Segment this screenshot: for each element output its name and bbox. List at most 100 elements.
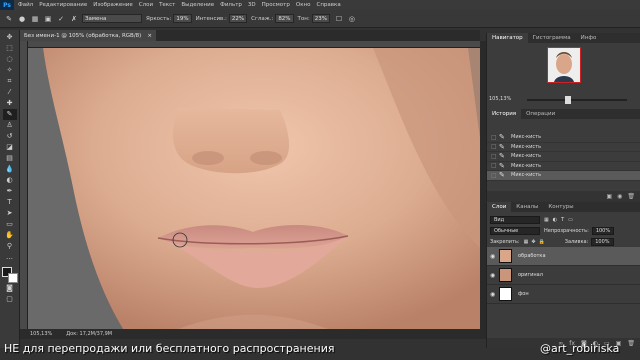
history-item-current[interactable]: □ ✎ Микс-кисть — [487, 171, 640, 181]
history-item[interactable]: □ ✎ Микс-кисть — [487, 162, 640, 171]
menu-help[interactable]: Справка — [316, 2, 340, 8]
layer-row-selected[interactable]: ◉ обработка — [487, 247, 640, 266]
history-check-icon[interactable]: □ — [491, 172, 499, 179]
crop-tool-icon[interactable]: ⌗ — [3, 76, 17, 87]
history-item[interactable]: □ ✎ Микс-кисть — [487, 133, 640, 143]
lock-position-icon[interactable]: ✥ — [531, 239, 535, 245]
eye-icon[interactable]: ◉ — [490, 272, 499, 279]
quick-select-icon[interactable]: ✧ — [3, 65, 17, 76]
layer-row[interactable]: ◉ оригинал — [487, 266, 640, 285]
layer-filter-select[interactable]: Вид — [490, 215, 540, 224]
marquee-tool-icon[interactable]: ⬚ — [3, 43, 17, 54]
navigator-thumbnail[interactable] — [547, 47, 581, 83]
navigator-zoom[interactable]: 105,13% — [489, 96, 511, 102]
document-tab[interactable]: Без имени-1 @ 105% (обработка, RGB/8) × — [20, 30, 156, 41]
more-tools-icon[interactable]: … — [3, 252, 17, 263]
menu-image[interactable]: Изображение — [93, 2, 133, 8]
hue-field[interactable]: 23% — [311, 14, 330, 23]
menu-view[interactable]: Просмотр — [262, 2, 290, 8]
lock-pixels-icon[interactable]: ▦ — [524, 239, 529, 245]
lasso-tool-icon[interactable]: ◌ — [3, 54, 17, 65]
opacity-field[interactable]: 100% — [591, 226, 615, 235]
filter-pixel-icon[interactable]: ▦ — [544, 217, 549, 223]
brush-preset-icon[interactable]: ● — [17, 14, 27, 24]
pen-tool-icon[interactable]: ✒ — [3, 186, 17, 197]
eye-icon[interactable]: ◉ — [490, 253, 499, 260]
menu-window[interactable]: Окно — [296, 2, 311, 8]
load-brush-icon[interactable]: ▣ — [43, 14, 53, 24]
blend-mode-select[interactable]: Обычные — [490, 226, 540, 235]
trash-icon[interactable]: 🗑 — [627, 193, 635, 200]
clone-stamp-icon[interactable]: ♙ — [3, 120, 17, 131]
path-select-icon[interactable]: ➤ — [3, 208, 17, 219]
strength-label: Интенсив.: — [195, 15, 227, 22]
sample-all-icon[interactable]: ✗ — [69, 14, 79, 24]
rectangle-tool-icon[interactable]: ▭ — [3, 219, 17, 230]
history-item[interactable]: □ ✎ Микс-кисть — [487, 152, 640, 162]
brush-panel-icon[interactable]: ▦ — [30, 14, 40, 24]
history-check-icon[interactable]: □ — [491, 162, 499, 169]
quick-mask-icon[interactable]: ◙ — [3, 283, 17, 294]
move-tool-icon[interactable]: ✥ — [3, 32, 17, 43]
new-document-icon[interactable]: ▣ — [606, 193, 612, 200]
tab-layers[interactable]: Слои — [487, 202, 512, 212]
tab-info[interactable]: Инфо — [576, 33, 602, 43]
layer-row[interactable]: ◉ фон — [487, 285, 640, 304]
smooth-field[interactable]: 82% — [275, 14, 294, 23]
eraser-icon[interactable]: ◪ — [3, 142, 17, 153]
strength-field[interactable]: 22% — [228, 14, 248, 23]
filter-type-icon[interactable]: T — [561, 217, 564, 223]
canvas[interactable] — [28, 48, 480, 329]
lock-row: Закрепить: ▦ ✥ 🔒 Заливка: 100% — [487, 236, 640, 247]
tab-channels[interactable]: Каналы — [511, 202, 543, 212]
menu-layers[interactable]: Слои — [139, 2, 153, 8]
clean-brush-icon[interactable]: ✓ — [56, 14, 66, 24]
layer-name: фон — [518, 291, 529, 297]
zoom-slider-knob[interactable] — [565, 96, 571, 104]
history-check-icon[interactable]: □ — [491, 134, 499, 141]
zoom-slider[interactable] — [527, 96, 627, 104]
blur-tool-icon[interactable]: 💧 — [3, 164, 17, 175]
camera-icon[interactable]: ◉ — [617, 193, 622, 200]
status-zoom[interactable]: 105,13% — [30, 331, 52, 337]
menu-filter[interactable]: Фильтр — [220, 2, 242, 8]
menu-edit[interactable]: Редактирование — [39, 2, 87, 8]
history-item[interactable]: □ ✎ Микс-кисть — [487, 143, 640, 152]
background-color[interactable] — [7, 273, 18, 283]
sample-all-layers-icon[interactable]: ☐ — [334, 14, 344, 24]
tab-history[interactable]: История — [487, 109, 522, 119]
history-brush-icon[interactable]: ↺ — [3, 131, 17, 142]
menu-select[interactable]: Выделение — [181, 2, 214, 8]
tab-paths[interactable]: Контуры — [543, 202, 578, 212]
menu-3d[interactable]: 3D — [248, 2, 256, 8]
pressure-icon[interactable]: ◎ — [347, 14, 357, 24]
mixer-brush-tool-icon[interactable]: ✎ — [2, 109, 17, 120]
close-icon[interactable]: × — [147, 33, 152, 39]
dodge-tool-icon[interactable]: ◐ — [3, 175, 17, 186]
color-swatches[interactable] — [1, 267, 18, 283]
screen-mode-icon[interactable]: ▢ — [3, 294, 17, 305]
eyedropper-icon[interactable]: ⁄ — [3, 87, 17, 98]
filter-adjust-icon[interactable]: ◐ — [553, 217, 557, 223]
history-tabs: История Операции — [487, 109, 640, 119]
trash-icon[interactable]: 🗑 — [627, 340, 635, 347]
menu-type[interactable]: Текст — [159, 2, 175, 8]
gradient-icon[interactable]: ▤ — [3, 153, 17, 164]
history-check-icon[interactable]: □ — [491, 143, 499, 150]
brightness-field[interactable]: 19% — [173, 14, 192, 23]
tab-navigator[interactable]: Навигатор — [487, 33, 528, 43]
tab-actions[interactable]: Операции — [521, 109, 560, 119]
fill-field[interactable]: 100% — [591, 237, 614, 246]
mixer-brush-icon[interactable]: ✎ — [4, 14, 14, 24]
zoom-tool-icon[interactable]: ⚲ — [3, 241, 17, 252]
hand-tool-icon[interactable]: ✋ — [3, 230, 17, 241]
lock-all-icon[interactable]: 🔒 — [539, 239, 545, 245]
healing-brush-icon[interactable]: ✚ — [3, 98, 17, 109]
menu-file[interactable]: Файл — [18, 2, 33, 8]
eye-icon[interactable]: ◉ — [490, 291, 499, 298]
tab-histogram[interactable]: Гистограмма — [528, 33, 576, 43]
filter-shape-icon[interactable]: ▭ — [568, 217, 573, 223]
history-check-icon[interactable]: □ — [491, 153, 499, 160]
mode-select[interactable]: Замена — [82, 14, 142, 23]
type-tool-icon[interactable]: T — [3, 197, 17, 208]
